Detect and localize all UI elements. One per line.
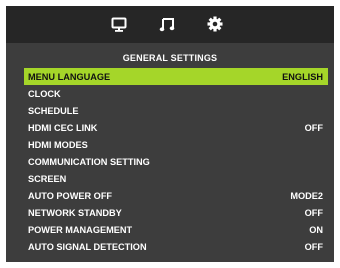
menu-item-label: HDMI CEC LINK bbox=[28, 122, 98, 133]
menu-item-value: ENGLISH bbox=[282, 71, 323, 82]
menu-item-label: POWER MANAGEMENT bbox=[28, 224, 133, 235]
menu-item-label: COMMUNICATION SETTING bbox=[28, 156, 150, 167]
osd-panel: GENERAL SETTINGS MENU LANGUAGE ENGLISH CL… bbox=[6, 6, 334, 262]
menu-item-value: OFF bbox=[304, 207, 323, 218]
menu-item-value: OFF bbox=[304, 122, 323, 133]
menu-item-label: NETWORK STANDBY bbox=[28, 207, 122, 218]
menu-item-label: SCREEN bbox=[28, 173, 67, 184]
monitor-icon bbox=[111, 17, 127, 32]
menu-item-label: AUTO SIGNAL DETECTION bbox=[28, 241, 147, 252]
menu-item-label: MENU LANGUAGE bbox=[28, 71, 111, 82]
menu-item-schedule[interactable]: SCHEDULE bbox=[24, 102, 328, 119]
music-note-icon bbox=[159, 17, 175, 31]
menu-item-communication-setting[interactable]: COMMUNICATION SETTING bbox=[24, 153, 328, 170]
menu-item-power-management[interactable]: POWER MANAGEMENT ON bbox=[24, 221, 328, 238]
menu-title: GENERAL SETTINGS bbox=[122, 53, 218, 63]
tab-general-settings[interactable] bbox=[202, 13, 228, 35]
menu-item-auto-power-off[interactable]: AUTO POWER OFF MODE2 bbox=[24, 187, 328, 204]
menu-item-label: AUTO POWER OFF bbox=[28, 190, 113, 201]
menu-item-value: OFF bbox=[304, 241, 323, 252]
tab-audio[interactable] bbox=[154, 13, 180, 35]
menu-item-label: SCHEDULE bbox=[28, 105, 79, 116]
settings-menu: MENU LANGUAGE ENGLISH CLOCK SCHEDULE HDMI… bbox=[24, 68, 328, 255]
menu-item-clock[interactable]: CLOCK bbox=[24, 85, 328, 102]
gear-icon bbox=[207, 16, 223, 32]
menu-item-label: CLOCK bbox=[28, 88, 61, 99]
menu-item-screen[interactable]: SCREEN bbox=[24, 170, 328, 187]
menu-item-menu-language[interactable]: MENU LANGUAGE ENGLISH bbox=[24, 68, 328, 85]
tab-bar bbox=[6, 6, 334, 43]
menu-item-auto-signal-detection[interactable]: AUTO SIGNAL DETECTION OFF bbox=[24, 238, 328, 255]
menu-item-value: ON bbox=[309, 224, 323, 235]
menu-item-label: HDMI MODES bbox=[28, 139, 88, 150]
menu-item-hdmi-modes[interactable]: HDMI MODES bbox=[24, 136, 328, 153]
menu-item-network-standby[interactable]: NETWORK STANDBY OFF bbox=[24, 204, 328, 221]
tab-picture[interactable] bbox=[106, 13, 132, 35]
menu-item-value: MODE2 bbox=[290, 190, 323, 201]
menu-item-hdmi-cec-link[interactable]: HDMI CEC LINK OFF bbox=[24, 119, 328, 136]
